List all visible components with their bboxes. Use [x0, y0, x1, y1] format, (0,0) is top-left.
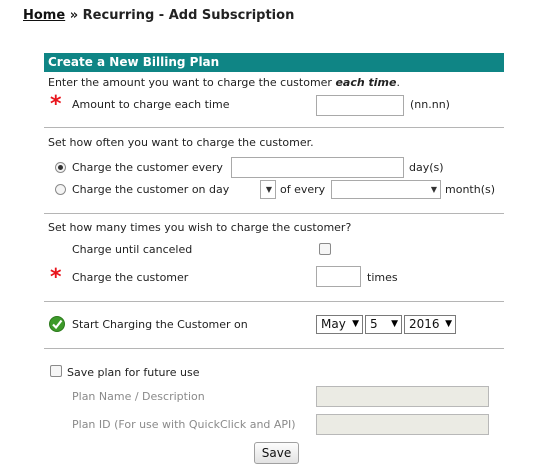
breadcrumb-current: Recurring - Add Subscription	[82, 8, 295, 23]
chevron-down-icon: ▼	[445, 319, 452, 329]
start-month-select[interactable]: May ▼	[316, 315, 363, 334]
divider	[44, 348, 504, 349]
charge-on-day-label: Charge the customer on day	[72, 183, 230, 196]
amount-intro: Enter the amount you want to charge the …	[48, 76, 400, 89]
divider	[44, 127, 504, 128]
divider	[44, 213, 504, 214]
every-days-input[interactable]	[231, 157, 404, 178]
of-every-label: of every	[280, 183, 326, 196]
chevron-down-icon: ▼	[391, 319, 398, 329]
chevron-down-icon: ▼	[352, 319, 359, 329]
divider	[44, 301, 504, 302]
chevron-down-icon: ▼	[265, 185, 272, 194]
save-plan-label: Save plan for future use	[67, 366, 200, 379]
days-unit: day(s)	[409, 161, 444, 174]
breadcrumb-separator: »	[69, 8, 79, 23]
plan-id-input[interactable]	[316, 414, 489, 435]
plan-name-label: Plan Name / Description	[72, 390, 205, 403]
breadcrumb: Home » Recurring - Add Subscription	[23, 8, 294, 23]
start-date-label: Start Charging the Customer on	[72, 318, 248, 331]
amount-hint: (nn.nn)	[410, 98, 450, 111]
start-year-select[interactable]: 2016 ▼	[404, 315, 456, 334]
chevron-down-icon: ▼	[430, 185, 437, 194]
required-asterisk-icon: *	[50, 92, 62, 117]
breadcrumb-home-link[interactable]: Home	[23, 8, 65, 23]
save-button[interactable]: Save	[254, 442, 299, 464]
day-select[interactable]: ▼	[260, 180, 276, 199]
save-plan-checkbox[interactable]	[50, 365, 62, 377]
times-unit: times	[367, 271, 398, 284]
plan-id-label: Plan ID (For use with QuickClick and API…	[72, 418, 296, 431]
charge-count-label: Charge the customer	[72, 271, 189, 284]
frequency-intro: Set how often you want to charge the cus…	[48, 136, 314, 149]
checkmark-icon	[49, 316, 65, 332]
charge-count-input[interactable]	[316, 266, 361, 287]
until-canceled-label: Charge until canceled	[72, 243, 193, 256]
charge-every-label: Charge the customer every	[72, 161, 223, 174]
billing-plan-header: Create a New Billing Plan	[44, 53, 504, 72]
months-select[interactable]: ▼	[331, 180, 441, 199]
radio-charge-every[interactable]	[55, 162, 66, 173]
amount-input[interactable]	[316, 95, 404, 116]
start-day-select[interactable]: 5 ▼	[365, 315, 402, 334]
month-unit: month(s)	[445, 183, 496, 196]
plan-name-input[interactable]	[316, 386, 489, 407]
until-canceled-checkbox[interactable]	[319, 243, 331, 255]
radio-charge-on-day[interactable]	[55, 184, 66, 195]
amount-label: Amount to charge each time	[72, 98, 230, 111]
required-asterisk-icon: *	[50, 265, 62, 290]
times-intro: Set how many times you wish to charge th…	[48, 221, 352, 234]
